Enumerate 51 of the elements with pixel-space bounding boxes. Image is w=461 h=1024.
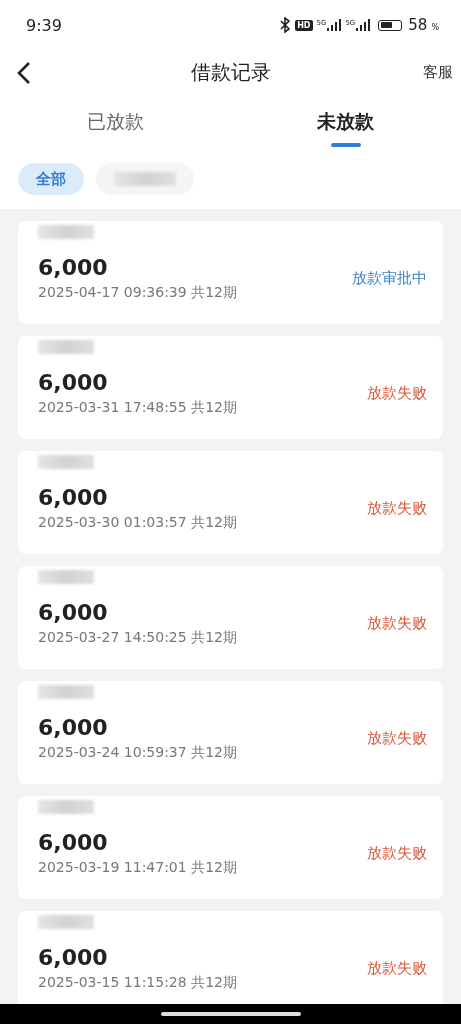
blurred-text <box>38 915 94 929</box>
loan-amount: 6,000 <box>38 600 109 625</box>
loan-amount: 6,000 <box>38 255 109 280</box>
record-date: 2025-03-31 17:48:55 共12期 <box>38 399 237 417</box>
loan-status: 放款失败 <box>367 959 427 978</box>
blurred-text <box>38 340 94 354</box>
record-date: 2025-03-30 01:03:57 共12期 <box>38 514 237 532</box>
loan-amount: 6,000 <box>38 715 109 740</box>
loan-amount: 6,000 <box>38 830 109 855</box>
tab[interactable]: 未放款 <box>317 109 375 135</box>
loan-amount: 6,000 <box>38 370 109 395</box>
bluetooth-icon <box>279 17 292 33</box>
home-indicator[interactable] <box>160 1012 301 1016</box>
loan-amount: 6,000 <box>38 485 109 510</box>
filter-chip[interactable] <box>96 163 194 195</box>
hd-badge: HD <box>295 19 313 31</box>
battery-icon <box>378 19 403 31</box>
loan-status: 放款失败 <box>367 729 427 748</box>
loan-status: 放款失败 <box>367 844 427 863</box>
loan-status: 放款审批中 <box>352 269 427 288</box>
tab-indicator <box>330 143 361 147</box>
loan-status: 放款失败 <box>367 384 427 403</box>
record-card[interactable]: 6,000 2025-03-15 11:15:28 共12期 放款失败 <box>18 911 443 1004</box>
record-card[interactable]: 6,000 2025-03-27 14:50:25 共12期 放款失败 <box>18 566 443 669</box>
blurred-text <box>38 225 94 239</box>
record-card[interactable]: 6,000 2025-03-31 17:48:55 共12期 放款失败 <box>18 336 443 439</box>
loan-status: 放款失败 <box>367 499 427 518</box>
record-date: 2025-03-24 10:59:37 共12期 <box>38 744 237 762</box>
record-date: 2025-04-17 09:36:39 共12期 <box>38 284 237 302</box>
clock-time: 9:39 <box>26 15 62 35</box>
blurred-text <box>38 570 94 584</box>
record-date: 2025-03-19 11:47:01 共12期 <box>38 859 237 877</box>
blurred-text <box>38 800 94 814</box>
signal-icon <box>327 19 342 31</box>
signal-icon <box>356 19 371 31</box>
record-card[interactable]: 6,000 2025-03-30 01:03:57 共12期 放款失败 <box>18 451 443 554</box>
record-card[interactable]: 6,000 2025-03-24 10:59:37 共12期 放款失败 <box>18 681 443 784</box>
blurred-text <box>38 455 94 469</box>
record-card[interactable]: 6,000 2025-04-17 09:36:39 共12期 放款审批中 <box>18 221 443 324</box>
back-icon[interactable] <box>17 60 31 85</box>
record-date: 2025-03-15 11:15:28 共12期 <box>38 974 237 992</box>
customer-service-link[interactable]: 客服 <box>423 63 453 82</box>
blurred-text <box>38 685 94 699</box>
tab[interactable]: 已放款 <box>86 109 144 135</box>
record-date: 2025-03-27 14:50:25 共12期 <box>38 629 237 647</box>
loan-amount: 6,000 <box>38 945 109 970</box>
percent-sign: % <box>431 23 439 32</box>
loan-status: 放款失败 <box>367 614 427 633</box>
page-title: 借款记录 <box>190 59 271 86</box>
battery-percent: 58 <box>408 16 428 34</box>
record-card[interactable]: 6,000 2025-03-19 11:47:01 共12期 放款失败 <box>18 796 443 899</box>
